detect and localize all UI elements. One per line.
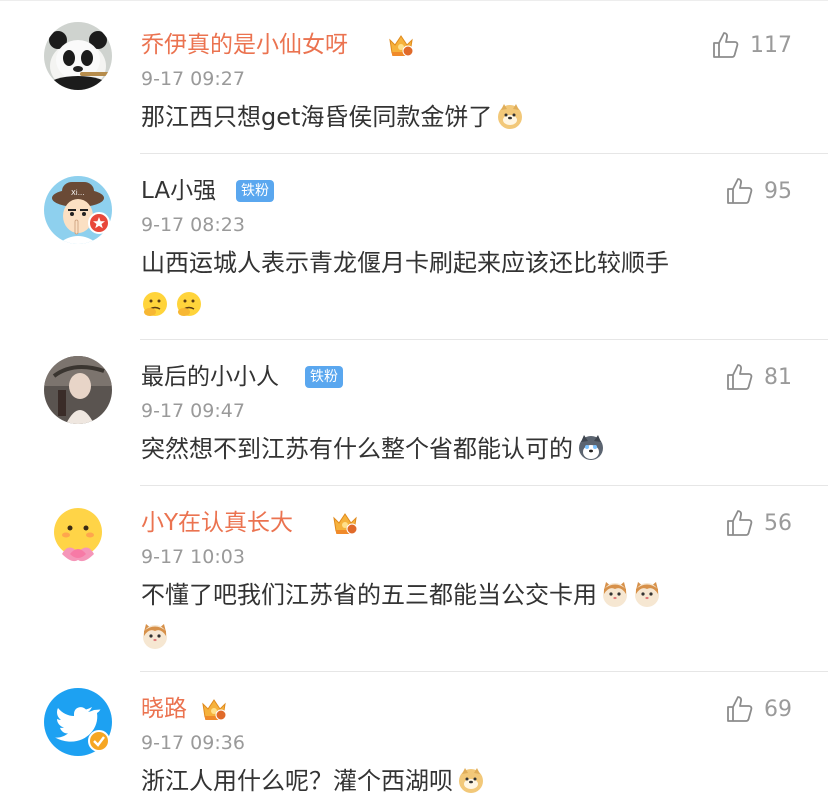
thumbs-up-icon xyxy=(727,696,753,722)
thumbs-up-icon xyxy=(713,32,739,58)
comment-text: 突然想不到江苏有什么整个省都能认可的 xyxy=(141,432,781,466)
cat-emoji xyxy=(633,580,661,608)
like-count: 117 xyxy=(750,32,792,58)
emoji-row xyxy=(141,290,209,318)
comment-time: 9-17 10:03 xyxy=(141,546,245,568)
comment-time: 9-17 08:23 xyxy=(141,214,245,236)
like-button[interactable]: 95 xyxy=(724,176,792,206)
photo-avatar xyxy=(44,356,112,424)
verified-badge-icon xyxy=(88,730,110,752)
username[interactable]: LA小强 xyxy=(141,176,216,206)
comment-item: 最后的小小人 铁粉 9-17 09:47 突然想不到江苏有什么整个省都能认可的 … xyxy=(0,340,828,486)
like-button[interactable]: 69 xyxy=(724,694,792,724)
like-button[interactable]: 117 xyxy=(710,30,792,60)
comment-item: 乔伊真的是小仙女呀 9-17 09:27 那江西只想get海昏侯同款金饼了 11… xyxy=(0,0,828,154)
user-avatar[interactable] xyxy=(44,356,112,424)
doge-emoji xyxy=(457,766,485,794)
comment-text: 山西运城人表示青龙偃月卡刷起来应该还比较顺手 xyxy=(141,249,669,277)
username[interactable]: 小Y在认真长大 xyxy=(141,508,293,538)
comment-time: 9-17 09:47 xyxy=(141,400,245,422)
svg-text:Xi...: Xi... xyxy=(71,189,84,197)
comment-item: 小Y在认真长大 9-17 10:03 不懂了吧我们江苏省的五三都能当公交卡用 5… xyxy=(0,486,828,672)
comment-text: 那江西只想get海昏侯同款金饼了 xyxy=(141,100,781,134)
thinking-emoji xyxy=(175,290,203,318)
like-count: 95 xyxy=(764,178,792,204)
husky-emoji xyxy=(577,434,605,462)
thumbs-up-icon xyxy=(727,510,753,536)
comment-text: 浙江人用什么呢？灌个西湖呗 xyxy=(141,764,781,798)
comment-text-content: 浙江人用什么呢？灌个西湖呗 xyxy=(141,767,453,795)
comment-text-content: 不懂了吧我们江苏省的五三都能当公交卡用 xyxy=(141,581,597,609)
like-count: 56 xyxy=(764,510,792,536)
user-avatar[interactable] xyxy=(44,502,112,570)
like-button[interactable]: 81 xyxy=(724,362,792,392)
like-count: 81 xyxy=(764,364,792,390)
comment-text: 不懂了吧我们江苏省的五三都能当公交卡用 xyxy=(141,578,781,612)
vip-crown-icon xyxy=(202,699,227,721)
panda-avatar xyxy=(44,22,112,90)
iron-fan-badge: 铁粉 xyxy=(236,180,274,202)
iron-fan-badge: 铁粉 xyxy=(305,366,343,388)
comment-text-content: 突然想不到江苏有什么整个省都能认可的 xyxy=(141,435,573,463)
username[interactable]: 晓路 xyxy=(141,694,187,724)
vip-crown-icon xyxy=(333,513,358,535)
lotus-face-avatar xyxy=(44,502,112,570)
verified-badge-icon xyxy=(88,212,110,234)
doge-emoji xyxy=(496,102,524,130)
thinking-emoji xyxy=(141,290,169,318)
like-button[interactable]: 56 xyxy=(724,508,792,538)
comment-item: Xi... LA小强 铁粉 9-17 08:23 山西运城人表示青龙偃月卡刷起来… xyxy=(0,154,828,340)
like-count: 69 xyxy=(764,696,792,722)
comment-time: 9-17 09:27 xyxy=(141,68,245,90)
comment-time: 9-17 09:36 xyxy=(141,732,245,754)
user-avatar[interactable] xyxy=(44,22,112,90)
cat-emoji xyxy=(141,622,169,650)
username[interactable]: 最后的小小人 xyxy=(141,362,279,392)
cat-emoji xyxy=(601,580,629,608)
thumbs-up-icon xyxy=(727,178,753,204)
comment-item: 晓路 9-17 09:36 浙江人用什么呢？灌个西湖呗 69 xyxy=(0,672,828,812)
thumbs-up-icon xyxy=(727,364,753,390)
vip-crown-icon xyxy=(389,35,414,57)
comment-text-content: 那江西只想get海昏侯同款金饼了 xyxy=(141,103,493,131)
username[interactable]: 乔伊真的是小仙女呀 xyxy=(141,30,348,60)
emoji-row xyxy=(141,622,175,650)
